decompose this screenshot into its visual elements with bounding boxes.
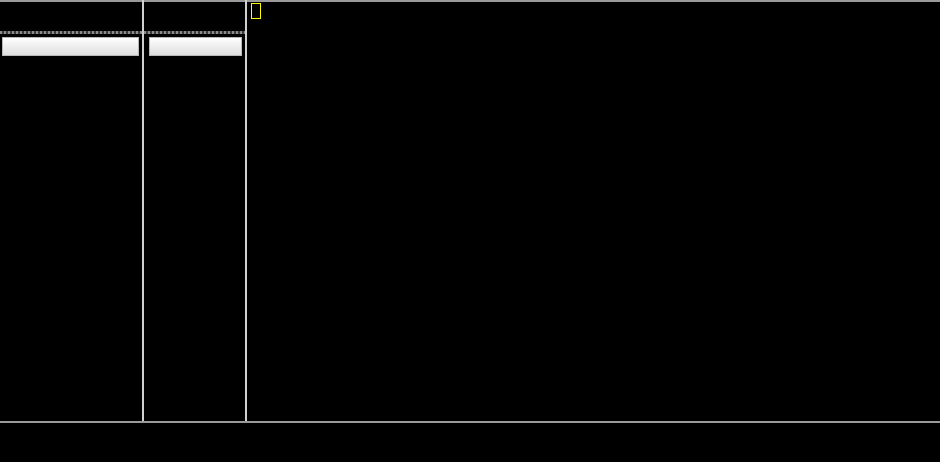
- status-bar: [0, 423, 940, 462]
- value-wave-splitter[interactable]: [245, 0, 247, 421]
- isim-wave-window: [0, 0, 940, 462]
- value-column-header[interactable]: [149, 37, 242, 56]
- waveform-canvas[interactable]: [249, 0, 940, 421]
- cursor-time-box[interactable]: [251, 3, 261, 19]
- name-column-header[interactable]: [2, 37, 139, 56]
- name-value-splitter[interactable]: [142, 0, 144, 421]
- waveform-panel[interactable]: [249, 0, 940, 421]
- header-splitter[interactable]: [0, 31, 247, 34]
